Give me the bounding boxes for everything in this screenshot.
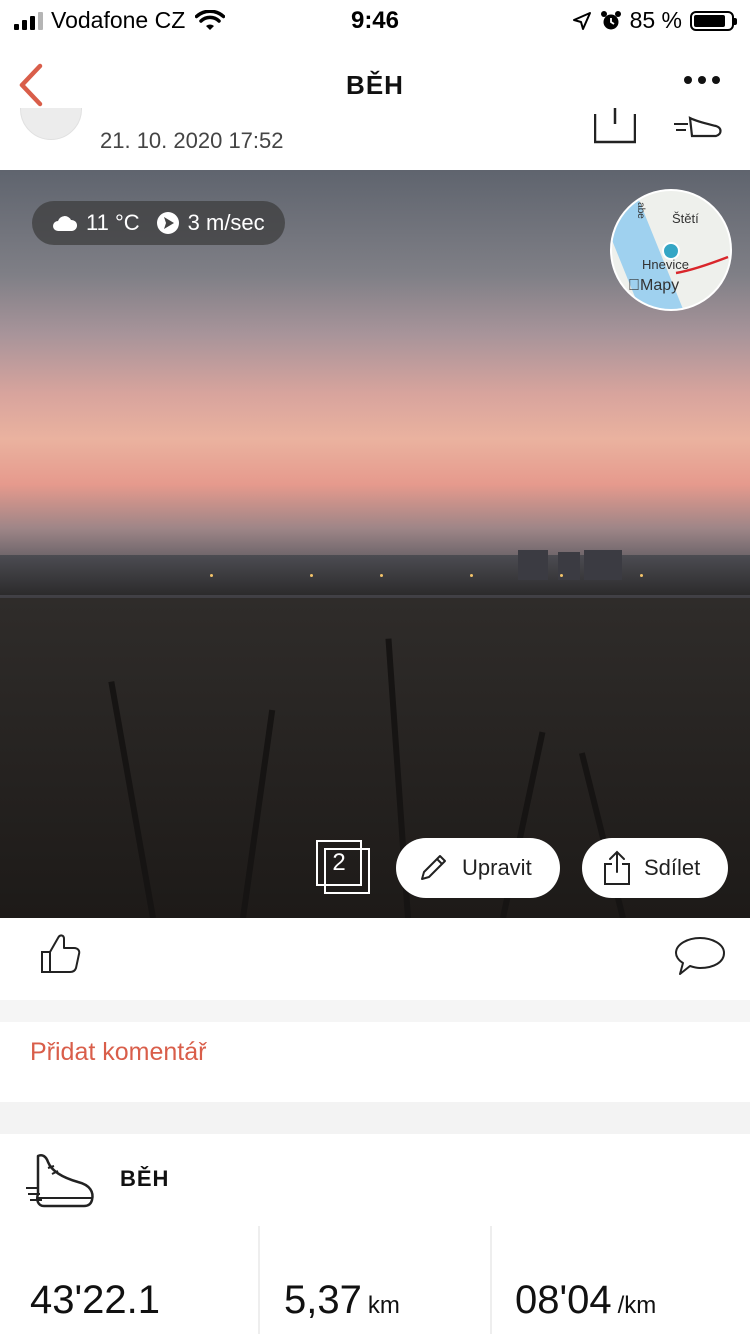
battery-icon bbox=[690, 10, 737, 31]
photo-light bbox=[470, 574, 473, 577]
photo-buildings bbox=[584, 550, 622, 580]
pace-value: 08'04/km bbox=[515, 1278, 656, 1323]
photo-light bbox=[640, 574, 643, 577]
distance-value: 5,37 km bbox=[284, 1278, 400, 1323]
avatar[interactable] bbox=[20, 108, 82, 140]
photo-light bbox=[310, 574, 313, 577]
comment-section: Přidat komentář bbox=[0, 1022, 750, 1102]
photo-buildings bbox=[518, 550, 548, 580]
photo-light bbox=[210, 574, 213, 577]
add-comment-link[interactable]: Přidat komentář bbox=[30, 1038, 206, 1067]
edit-button-label: Upravit bbox=[462, 855, 532, 880]
cloud-icon bbox=[53, 216, 78, 231]
status-bar: Vodafone CZ 9:46 85 % bbox=[0, 0, 750, 40]
pencil-icon bbox=[421, 855, 446, 880]
share-button-label: Sdílet bbox=[644, 855, 701, 880]
activity-date: 21. 10. 2020 17:52 bbox=[100, 128, 284, 153]
photo-count: 2 bbox=[316, 840, 362, 886]
map-provider-text: Mapy bbox=[628, 277, 679, 294]
shoe-icon bbox=[674, 116, 722, 138]
thumbs-up-icon[interactable] bbox=[38, 930, 82, 976]
activity-photo[interactable]: 11 °C 3 m/sec abe Štětí Hnevice Mapy 2 … bbox=[0, 170, 750, 918]
section-divider bbox=[0, 1000, 750, 1022]
map-provider-label: Mapy bbox=[628, 277, 679, 295]
activity-stats: BĚH 43'22.1 5,37 km 08'04/km bbox=[0, 1134, 750, 1334]
section-divider bbox=[0, 1102, 750, 1134]
pace-text: 08'04 bbox=[515, 1278, 612, 1322]
more-dot-icon bbox=[698, 76, 706, 84]
page-title: BĚH bbox=[346, 70, 404, 100]
calendar-icon[interactable] bbox=[594, 108, 636, 146]
duration-value: 43'22.1 bbox=[30, 1278, 160, 1323]
route-map-thumbnail[interactable]: abe Štětí Hnevice Mapy bbox=[610, 189, 732, 311]
alarm-icon bbox=[600, 10, 621, 29]
more-options-button[interactable] bbox=[684, 76, 720, 84]
battery-fill bbox=[694, 14, 725, 27]
photo-horizon bbox=[0, 555, 750, 595]
status-right: 85 % bbox=[572, 7, 737, 34]
share-button[interactable]: Sdílet bbox=[582, 838, 728, 898]
location-arrow-icon bbox=[572, 11, 591, 30]
battery-percent: 85 % bbox=[629, 7, 682, 33]
photo-light bbox=[560, 574, 563, 577]
social-actions bbox=[0, 918, 750, 1000]
distance-text: 5,37 bbox=[284, 1278, 362, 1322]
activity-header: 21. 10. 2020 17:52 bbox=[0, 108, 750, 170]
stat-divider bbox=[490, 1226, 492, 1334]
pace-unit: /km bbox=[617, 1292, 657, 1319]
distance-unit: km bbox=[367, 1292, 400, 1319]
comment-bubble-icon[interactable] bbox=[674, 936, 726, 978]
weather-badge: 11 °C 3 m/sec bbox=[32, 201, 285, 245]
photo-count-button[interactable]: 2 bbox=[316, 840, 374, 898]
edit-button[interactable]: Upravit bbox=[396, 838, 560, 898]
wind-speed-text: 3 m/sec bbox=[187, 210, 265, 235]
stat-divider bbox=[258, 1226, 260, 1334]
share-icon bbox=[604, 850, 630, 885]
photo-light bbox=[380, 574, 383, 577]
more-dot-icon bbox=[712, 76, 720, 84]
wind-direction-icon bbox=[156, 212, 179, 234]
running-shoe-icon bbox=[26, 1154, 94, 1208]
temperature-text: 11 °C bbox=[86, 210, 140, 235]
duration-text: 43'22.1 bbox=[30, 1278, 160, 1322]
activity-type-label: BĚH bbox=[120, 1166, 170, 1191]
more-dot-icon bbox=[684, 76, 692, 84]
